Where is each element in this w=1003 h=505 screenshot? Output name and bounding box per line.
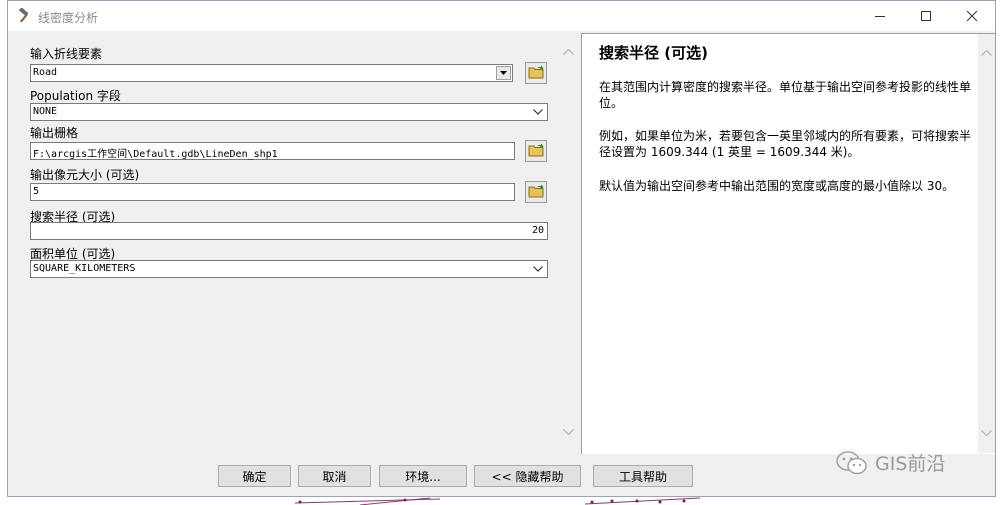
cell-size-browse-button[interactable] <box>525 181 547 203</box>
help-paragraph-1: 在其范围内计算密度的搜索半径。单位基于输出空间参考投影的线性单位。 <box>599 80 972 110</box>
minimize-button[interactable] <box>857 1 903 31</box>
wechat-icon <box>835 450 869 476</box>
tool-dialog-window: 线密度分析 输入折线要素 Road Population 字段 NONE 输出栅… <box>7 0 996 497</box>
chevron-down-icon <box>532 264 544 274</box>
folder-open-icon <box>528 65 544 82</box>
population-field-label: Population 字段 <box>30 89 121 103</box>
area-units-combo[interactable]: SQUARE_KILOMETERS <box>30 260 548 278</box>
maximize-icon <box>921 11 931 21</box>
output-raster-input[interactable]: F:\arcgis工作空间\Default.gdb\LineDen_shp1 <box>30 142 515 160</box>
watermark-text: GIS前沿 <box>875 453 946 475</box>
scroll-up-icon[interactable] <box>980 48 993 58</box>
chevron-down-icon <box>532 107 544 117</box>
help-paragraph-3: 默认值为输出空间参考中输出范围的宽度或高度的最小值除以 30。 <box>599 179 955 193</box>
input-features-browse-button[interactable] <box>525 62 547 84</box>
search-radius-input[interactable]: 20 <box>30 222 548 240</box>
minimize-icon <box>875 11 885 21</box>
parameters-scrollbar[interactable] <box>560 33 577 454</box>
ok-button[interactable]: 确定 <box>218 465 291 487</box>
population-field-combo[interactable]: NONE <box>30 103 548 121</box>
scroll-down-icon[interactable] <box>562 427 575 437</box>
help-scrollbar[interactable] <box>978 34 995 453</box>
watermark: GIS前沿 <box>835 449 945 476</box>
output-raster-label: 输出栅格 <box>30 126 79 140</box>
close-icon <box>967 11 977 21</box>
help-paragraph-2: 例如，如果单位为米，若要包含一英里邻域内的所有要素，可将搜索半径设置为 1609… <box>599 129 972 159</box>
scroll-down-icon[interactable] <box>980 428 993 438</box>
help-pane: 搜索半径 (可选) 在其范围内计算密度的搜索半径。单位基于输出空间参考投影的线性… <box>581 33 995 454</box>
cell-size-label: 输出像元大小 (可选) <box>30 168 140 182</box>
parameters-pane: 输入折线要素 Road Population 字段 NONE 输出栅格 F:\a… <box>10 33 577 454</box>
cell-size-input[interactable]: 5 <box>30 183 515 201</box>
cancel-button[interactable]: 取消 <box>298 465 371 487</box>
folder-open-icon <box>528 143 544 160</box>
input-features-combo[interactable]: Road <box>30 64 513 82</box>
maximize-button[interactable] <box>903 1 949 31</box>
window-title: 线密度分析 <box>38 11 99 25</box>
close-button[interactable] <box>949 1 995 31</box>
chevron-down-icon[interactable] <box>496 66 511 80</box>
scroll-up-icon[interactable] <box>562 47 575 57</box>
help-title: 搜索半径 (可选) <box>599 44 708 62</box>
folder-open-icon <box>528 184 544 201</box>
hide-help-button[interactable]: << 隐藏帮助 <box>474 465 581 487</box>
environments-button[interactable]: 环境... <box>379 465 467 487</box>
input-features-label: 输入折线要素 <box>30 47 103 61</box>
tool-help-button[interactable]: 工具帮助 <box>593 465 693 487</box>
title-bar: 线密度分析 <box>8 1 995 31</box>
output-raster-browse-button[interactable] <box>525 140 547 162</box>
map-background-strip <box>294 497 701 505</box>
hammer-icon <box>16 7 32 24</box>
